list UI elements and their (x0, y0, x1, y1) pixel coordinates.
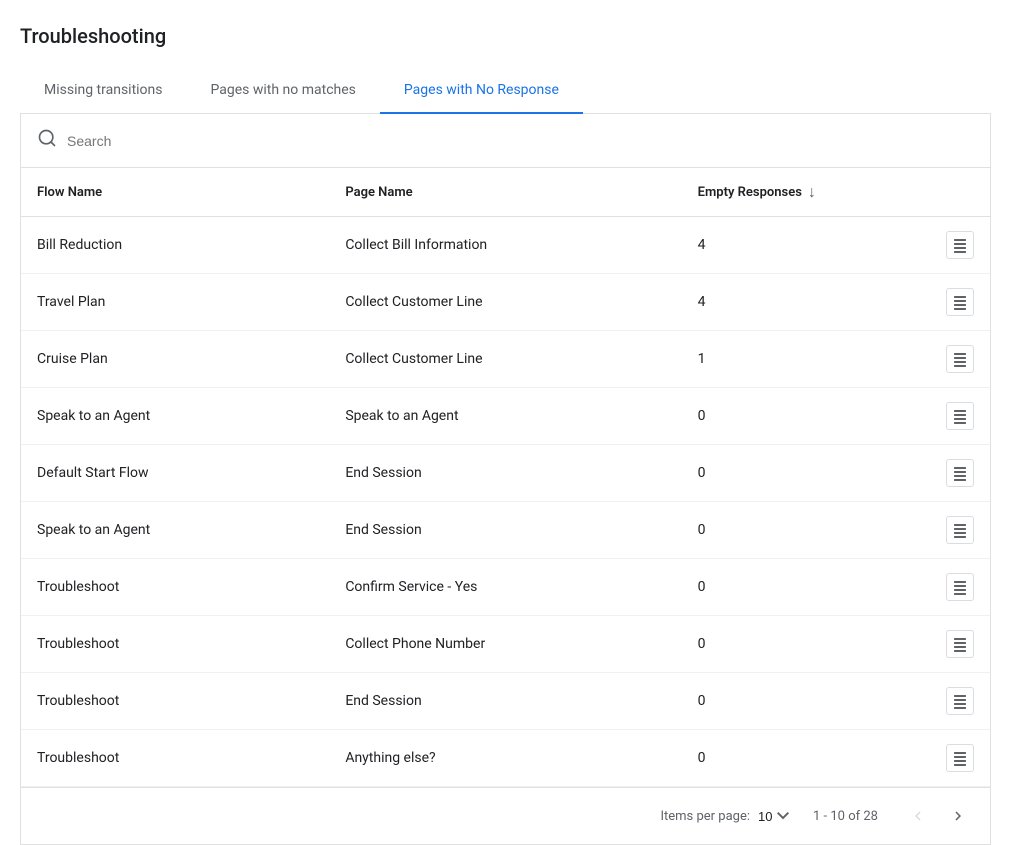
cell-empty-responses: 0 (682, 730, 902, 787)
cell-empty-responses: 0 (682, 616, 902, 673)
col-header-empty-responses[interactable]: Empty Responses ↓ (682, 168, 902, 217)
tabs-bar: Missing transitions Pages with no matche… (20, 68, 991, 114)
view-detail-button[interactable] (946, 345, 974, 373)
cell-flow-name: Troubleshoot (21, 559, 329, 616)
view-detail-button[interactable] (946, 687, 974, 715)
cell-flow-name: Bill Reduction (21, 217, 329, 274)
cell-page-name: End Session (329, 445, 681, 502)
search-input[interactable] (67, 133, 974, 149)
table-footer: Items per page: 5102550 1 - 10 of 28 (21, 787, 990, 844)
cell-flow-name: Speak to an Agent (21, 388, 329, 445)
pagination-text: 1 - 10 of 28 (813, 809, 878, 824)
search-bar (21, 114, 990, 168)
cell-action (902, 673, 990, 730)
cell-action (902, 559, 990, 616)
cell-page-name: Collect Customer Line (329, 274, 681, 331)
content-area: Flow Name Page Name Empty Responses ↓ Bi… (20, 114, 991, 845)
table-row: TroubleshootCollect Phone Number0 (21, 616, 990, 673)
cell-action (902, 274, 990, 331)
cell-flow-name: Speak to an Agent (21, 502, 329, 559)
next-page-button[interactable] (942, 800, 974, 832)
table-row: Default Start FlowEnd Session0 (21, 445, 990, 502)
col-header-action (902, 168, 990, 217)
data-table: Flow Name Page Name Empty Responses ↓ Bi… (21, 168, 990, 787)
page-container: Troubleshooting Missing transitions Page… (0, 0, 1011, 845)
cell-action (902, 331, 990, 388)
cell-empty-responses: 1 (682, 331, 902, 388)
cell-flow-name: Troubleshoot (21, 673, 329, 730)
cell-page-name: Confirm Service - Yes (329, 559, 681, 616)
view-detail-button[interactable] (946, 516, 974, 544)
view-detail-button[interactable] (946, 231, 974, 259)
cell-flow-name: Travel Plan (21, 274, 329, 331)
table-row: Bill ReductionCollect Bill Information4 (21, 217, 990, 274)
cell-empty-responses: 0 (682, 445, 902, 502)
table-row: Speak to an AgentEnd Session0 (21, 502, 990, 559)
view-detail-button[interactable] (946, 744, 974, 772)
cell-action (902, 502, 990, 559)
view-detail-button[interactable] (946, 573, 974, 601)
search-icon (37, 128, 57, 153)
cell-page-name: End Session (329, 673, 681, 730)
cell-page-name: Anything else? (329, 730, 681, 787)
table-row: Cruise PlanCollect Customer Line1 (21, 331, 990, 388)
tab-pages-no-matches[interactable]: Pages with no matches (187, 68, 380, 114)
view-detail-button[interactable] (946, 630, 974, 658)
table-row: TroubleshootConfirm Service - Yes0 (21, 559, 990, 616)
table-row: Travel PlanCollect Customer Line4 (21, 274, 990, 331)
pagination-nav (902, 800, 974, 832)
view-detail-button[interactable] (946, 288, 974, 316)
cell-page-name: Collect Customer Line (329, 331, 681, 388)
tab-missing-transitions[interactable]: Missing transitions (20, 68, 187, 114)
cell-page-name: Speak to an Agent (329, 388, 681, 445)
cell-action (902, 388, 990, 445)
cell-flow-name: Troubleshoot (21, 616, 329, 673)
cell-empty-responses: 0 (682, 502, 902, 559)
cell-page-name: Collect Phone Number (329, 616, 681, 673)
cell-action (902, 217, 990, 274)
empty-responses-label: Empty Responses (698, 185, 802, 200)
cell-flow-name: Default Start Flow (21, 445, 329, 502)
cell-empty-responses: 4 (682, 274, 902, 331)
cell-page-name: Collect Bill Information (329, 217, 681, 274)
cell-empty-responses: 0 (682, 673, 902, 730)
cell-action (902, 445, 990, 502)
col-header-page-name: Page Name (329, 168, 681, 217)
prev-page-button[interactable] (902, 800, 934, 832)
cell-empty-responses: 0 (682, 388, 902, 445)
table-row: Speak to an AgentSpeak to an Agent0 (21, 388, 990, 445)
page-title: Troubleshooting (20, 24, 991, 48)
cell-empty-responses: 0 (682, 559, 902, 616)
items-per-page-select[interactable]: 5102550 (758, 809, 789, 824)
sort-down-icon: ↓ (808, 182, 816, 202)
table-row: TroubleshootEnd Session0 (21, 673, 990, 730)
cell-flow-name: Troubleshoot (21, 730, 329, 787)
cell-flow-name: Cruise Plan (21, 331, 329, 388)
cell-page-name: End Session (329, 502, 681, 559)
view-detail-button[interactable] (946, 402, 974, 430)
table-row: TroubleshootAnything else?0 (21, 730, 990, 787)
cell-action (902, 616, 990, 673)
cell-action (902, 730, 990, 787)
items-per-page-container: Items per page: 5102550 (660, 809, 789, 824)
tab-pages-no-response[interactable]: Pages with No Response (380, 68, 583, 114)
view-detail-button[interactable] (946, 459, 974, 487)
items-per-page-label: Items per page: (660, 809, 750, 824)
col-header-flow-name: Flow Name (21, 168, 329, 217)
cell-empty-responses: 4 (682, 217, 902, 274)
